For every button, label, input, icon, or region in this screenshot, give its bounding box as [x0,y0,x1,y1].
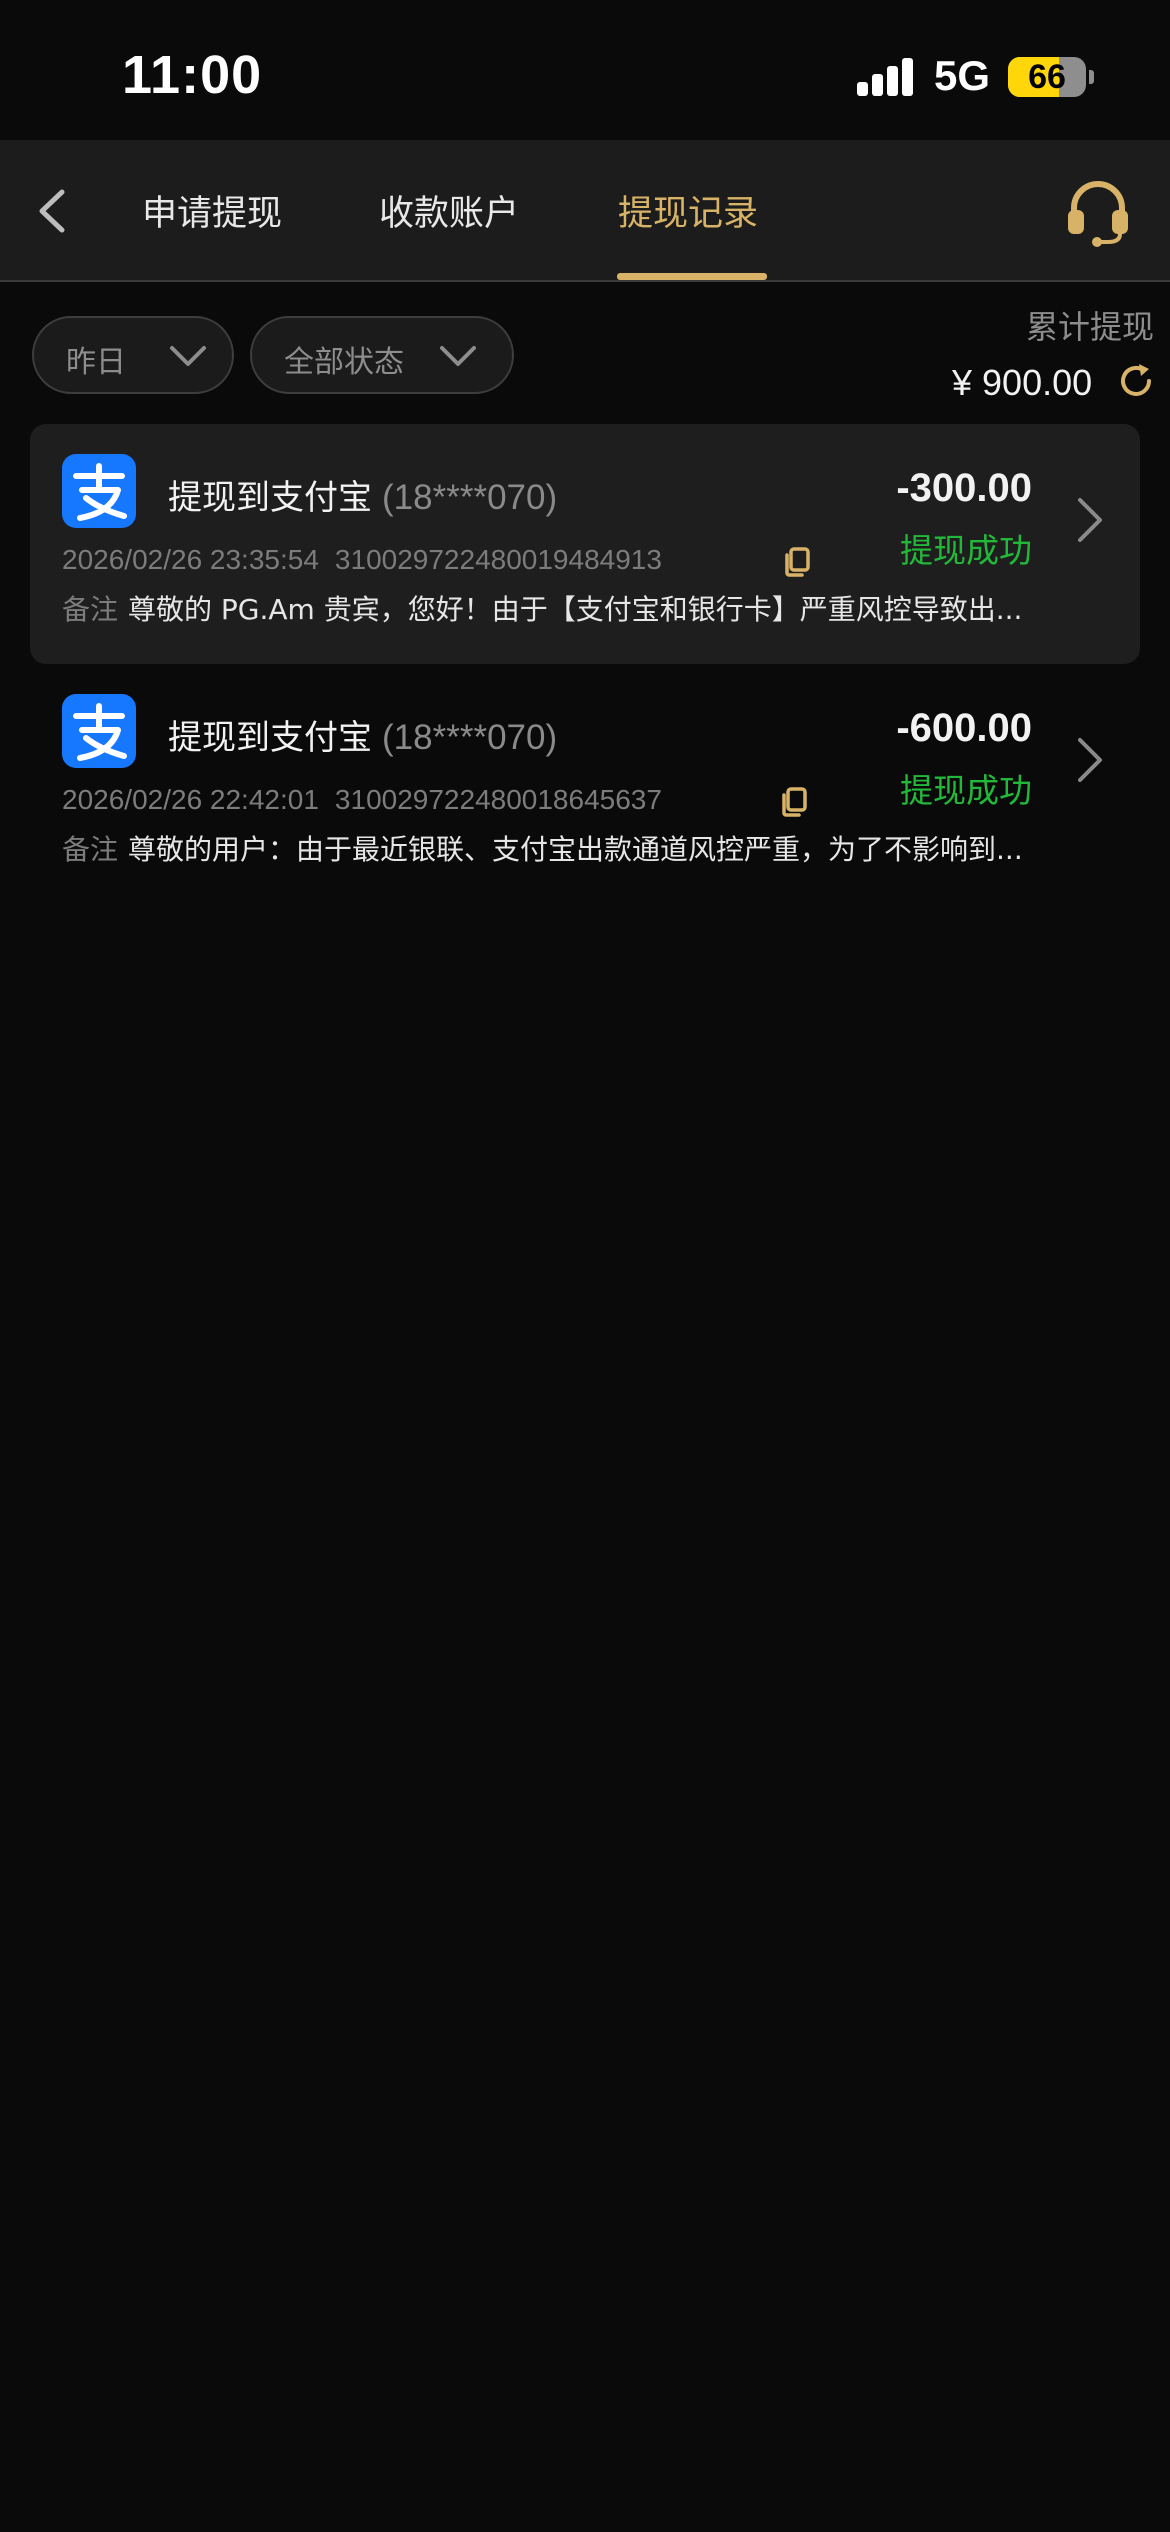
battery-icon: 66 [1008,57,1086,97]
active-tab-indicator [617,273,767,280]
record-title: 提现到支付宝 (18****070) [168,470,557,519]
record-account: (18****070) [382,478,558,517]
record-status: 提现成功 [900,531,1032,570]
date-filter-value: 昨日 [66,345,126,380]
record-datetime: 2026/02/26 23:35:54 [62,544,319,575]
record-datetime: 2026/02/26 22:42:01 [62,784,319,815]
alipay-logo-icon [62,694,136,768]
remark-label: 备注 [62,593,119,626]
network-type: 5G [934,52,991,99]
remark-text: 尊敬的 PG.Am 贵宾，您好！由于【支付宝和银行卡】严重风控导致出... [128,593,1023,626]
status-bar: 11:00 5G 66 [0,0,1170,140]
tab-withdraw-records[interactable]: 提现记录 [618,185,758,236]
status-filter-value: 全部状态 [284,345,404,380]
record-status: 提现成功 [900,771,1032,810]
remark-label: 备注 [62,833,119,866]
tab-apply-withdraw[interactable]: 申请提现 [142,185,282,236]
refresh-button[interactable] [1115,360,1157,402]
tab-payee-accounts[interactable]: 收款账户 [379,185,519,236]
record-order-number: 310029722480018645637 [334,784,662,815]
withdraw-record[interactable]: 提现到支付宝 (18****070) 2026/02/26 22:42:01 310… [30,664,1140,904]
status-time: 11:00 [122,45,263,105]
withdraw-record[interactable]: 提现到支付宝 (18****070) 2026/02/26 23:35:54 310… [30,424,1140,664]
headset-icon [1068,181,1128,247]
nav-bar: 申请提现 收款账户 提现记录 [0,140,1170,282]
chevron-right-icon [1078,738,1102,782]
copy-icon[interactable] [782,546,812,578]
record-remark: 备注 尊敬的用户：由于最近银联、支付宝出款通道风控严重，为了不影响到... [62,828,1062,868]
alipay-logo-icon [62,454,136,528]
record-channel: 提现到支付宝 [168,478,372,518]
record-amount: -600.00 [896,706,1032,750]
battery-tip [1089,70,1094,84]
record-remark: 备注 尊敬的 PG.Am 贵宾，您好！由于【支付宝和银行卡】严重风控导致出... [62,588,1062,628]
back-button[interactable] [28,178,84,244]
battery-level: 66 [1028,58,1066,96]
record-account: (18****070) [382,718,558,757]
chevron-down-icon [170,346,206,366]
cellular-signal-icon [857,58,915,96]
total-withdraw-label: 累计提现 [1025,308,1154,346]
record-meta: 2026/02/26 23:35:54 310029722480019484913 [62,544,662,576]
record-amount: -300.00 [896,466,1032,510]
date-filter-dropdown[interactable]: 昨日 [32,316,234,394]
total-withdraw-amount: ¥ 900.00 [952,362,1093,403]
chevron-left-icon [39,189,65,233]
customer-support-button[interactable] [1062,176,1134,248]
record-channel: 提现到支付宝 [168,718,372,758]
refresh-icon [1121,364,1151,396]
chevron-down-icon [440,346,476,366]
status-filter-dropdown[interactable]: 全部状态 [250,316,514,394]
record-title: 提现到支付宝 (18****070) [168,710,557,759]
record-order-number: 310029722480019484913 [334,544,662,575]
copy-icon[interactable] [779,786,809,818]
chevron-right-icon [1078,498,1102,542]
record-meta: 2026/02/26 22:42:01 310029722480018645637 [62,784,662,816]
remark-text: 尊敬的用户：由于最近银联、支付宝出款通道风控严重，为了不影响到... [128,833,1023,866]
